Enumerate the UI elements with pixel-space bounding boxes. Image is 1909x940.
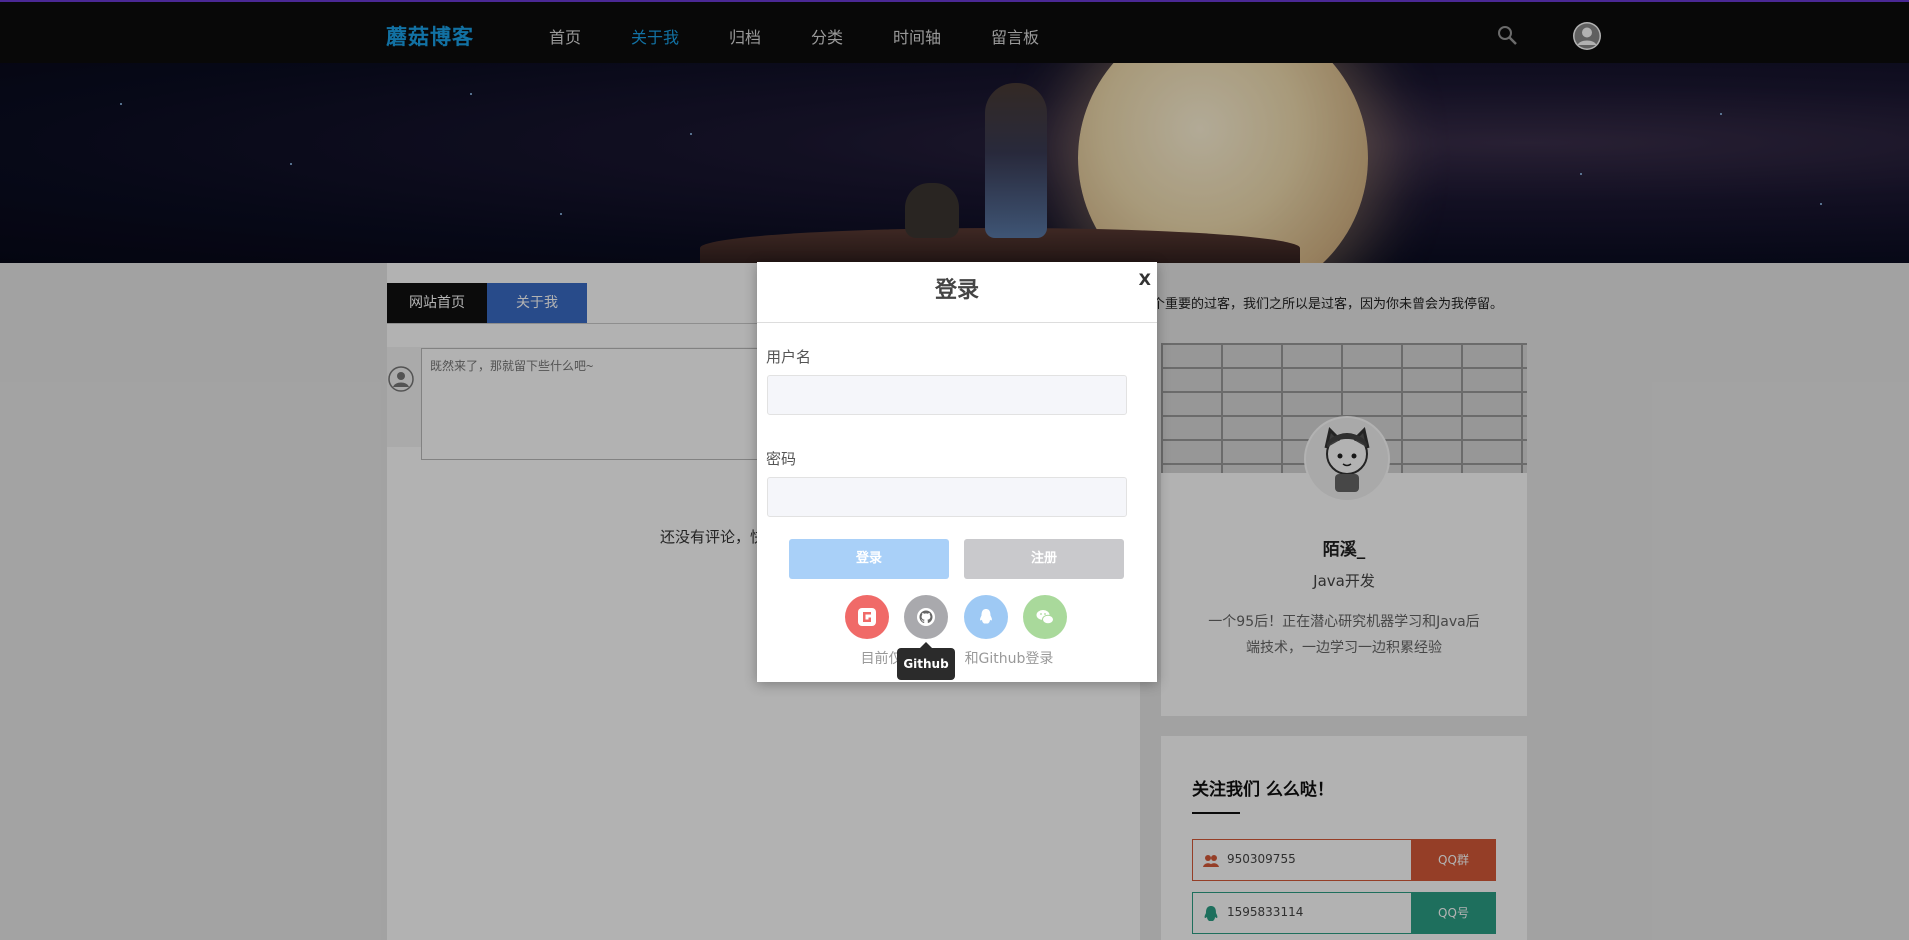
modal-title: 登录: [934, 278, 979, 303]
login-button[interactable]: 登录: [789, 539, 949, 579]
wechat-icon: [1036, 610, 1054, 625]
login-hint: 目前仅 和Github登录: [860, 651, 1054, 667]
password-input[interactable]: [767, 477, 1127, 517]
wechat-login-button[interactable]: [1023, 595, 1067, 639]
username-input[interactable]: [767, 375, 1127, 415]
password-label: 密码: [766, 450, 797, 468]
modal-divider: [757, 322, 1157, 323]
username-label: 用户名: [766, 348, 812, 366]
github-tooltip: Github: [897, 642, 955, 680]
qq-icon: [980, 609, 992, 624]
github-login-button[interactable]: [904, 595, 948, 639]
qq-login-button[interactable]: [964, 595, 1008, 639]
gitee-icon: [858, 608, 876, 626]
github-icon: [917, 608, 935, 626]
gitee-login-button[interactable]: [845, 595, 889, 639]
login-modal: 登录 X 用户名 密码 登录 注册 目前仅 和Github登录 Github: [757, 262, 1157, 682]
register-button[interactable]: 注册: [964, 539, 1124, 579]
close-button[interactable]: X: [1139, 270, 1151, 289]
